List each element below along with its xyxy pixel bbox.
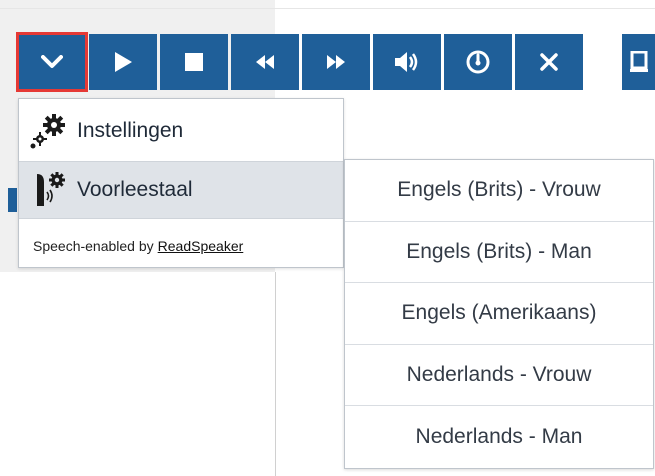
- language-option[interactable]: Nederlands - Vrouw: [345, 345, 653, 407]
- language-option[interactable]: Engels (Brits) - Man: [345, 222, 653, 284]
- readspeaker-toolbar: [16, 32, 583, 92]
- menu-item-language[interactable]: Voorleestaal: [19, 161, 343, 219]
- rewind-icon: [256, 55, 274, 69]
- stop-icon: [185, 53, 203, 71]
- menu-item-settings[interactable]: Instellingen: [19, 102, 343, 160]
- volume-button[interactable]: [373, 34, 441, 90]
- speedometer-icon: [466, 50, 490, 74]
- language-option[interactable]: Engels (Brits) - Vrouw: [345, 160, 653, 222]
- dropdown-menu: Instellingen Voorleestaal Speech-enabled…: [18, 98, 344, 268]
- top-divider: [0, 8, 655, 9]
- speaker-gear-icon: [19, 161, 77, 219]
- readspeaker-link[interactable]: ReadSpeaker: [158, 238, 244, 254]
- rewind-button[interactable]: [231, 34, 299, 90]
- document-icon: [630, 51, 648, 72]
- stop-button[interactable]: [160, 34, 228, 90]
- language-option[interactable]: Nederlands - Man: [345, 406, 653, 468]
- speed-button[interactable]: [444, 34, 512, 90]
- volume-icon: [395, 52, 418, 72]
- language-label: Voorleestaal: [77, 178, 193, 201]
- language-submenu: Engels (Brits) - Vrouw Engels (Brits) - …: [344, 159, 654, 469]
- menu-toggle-button[interactable]: [16, 32, 88, 92]
- play-button[interactable]: [89, 34, 157, 90]
- footer-prefix: Speech-enabled by: [33, 238, 154, 254]
- settings-label: Instellingen: [77, 119, 184, 142]
- fast-forward-button[interactable]: [302, 34, 370, 90]
- gears-icon: [19, 102, 77, 160]
- fast-forward-icon: [327, 55, 345, 69]
- partial-button-edge: [8, 188, 17, 212]
- powered-by-footer: Speech-enabled by ReadSpeaker: [19, 224, 343, 268]
- close-button[interactable]: [515, 34, 583, 90]
- play-icon: [115, 52, 132, 72]
- document-button[interactable]: [622, 34, 655, 90]
- chevron-down-icon: [41, 55, 63, 68]
- content-divider: [275, 272, 276, 476]
- language-option[interactable]: Engels (Amerikaans): [345, 283, 653, 345]
- close-icon: [540, 53, 558, 71]
